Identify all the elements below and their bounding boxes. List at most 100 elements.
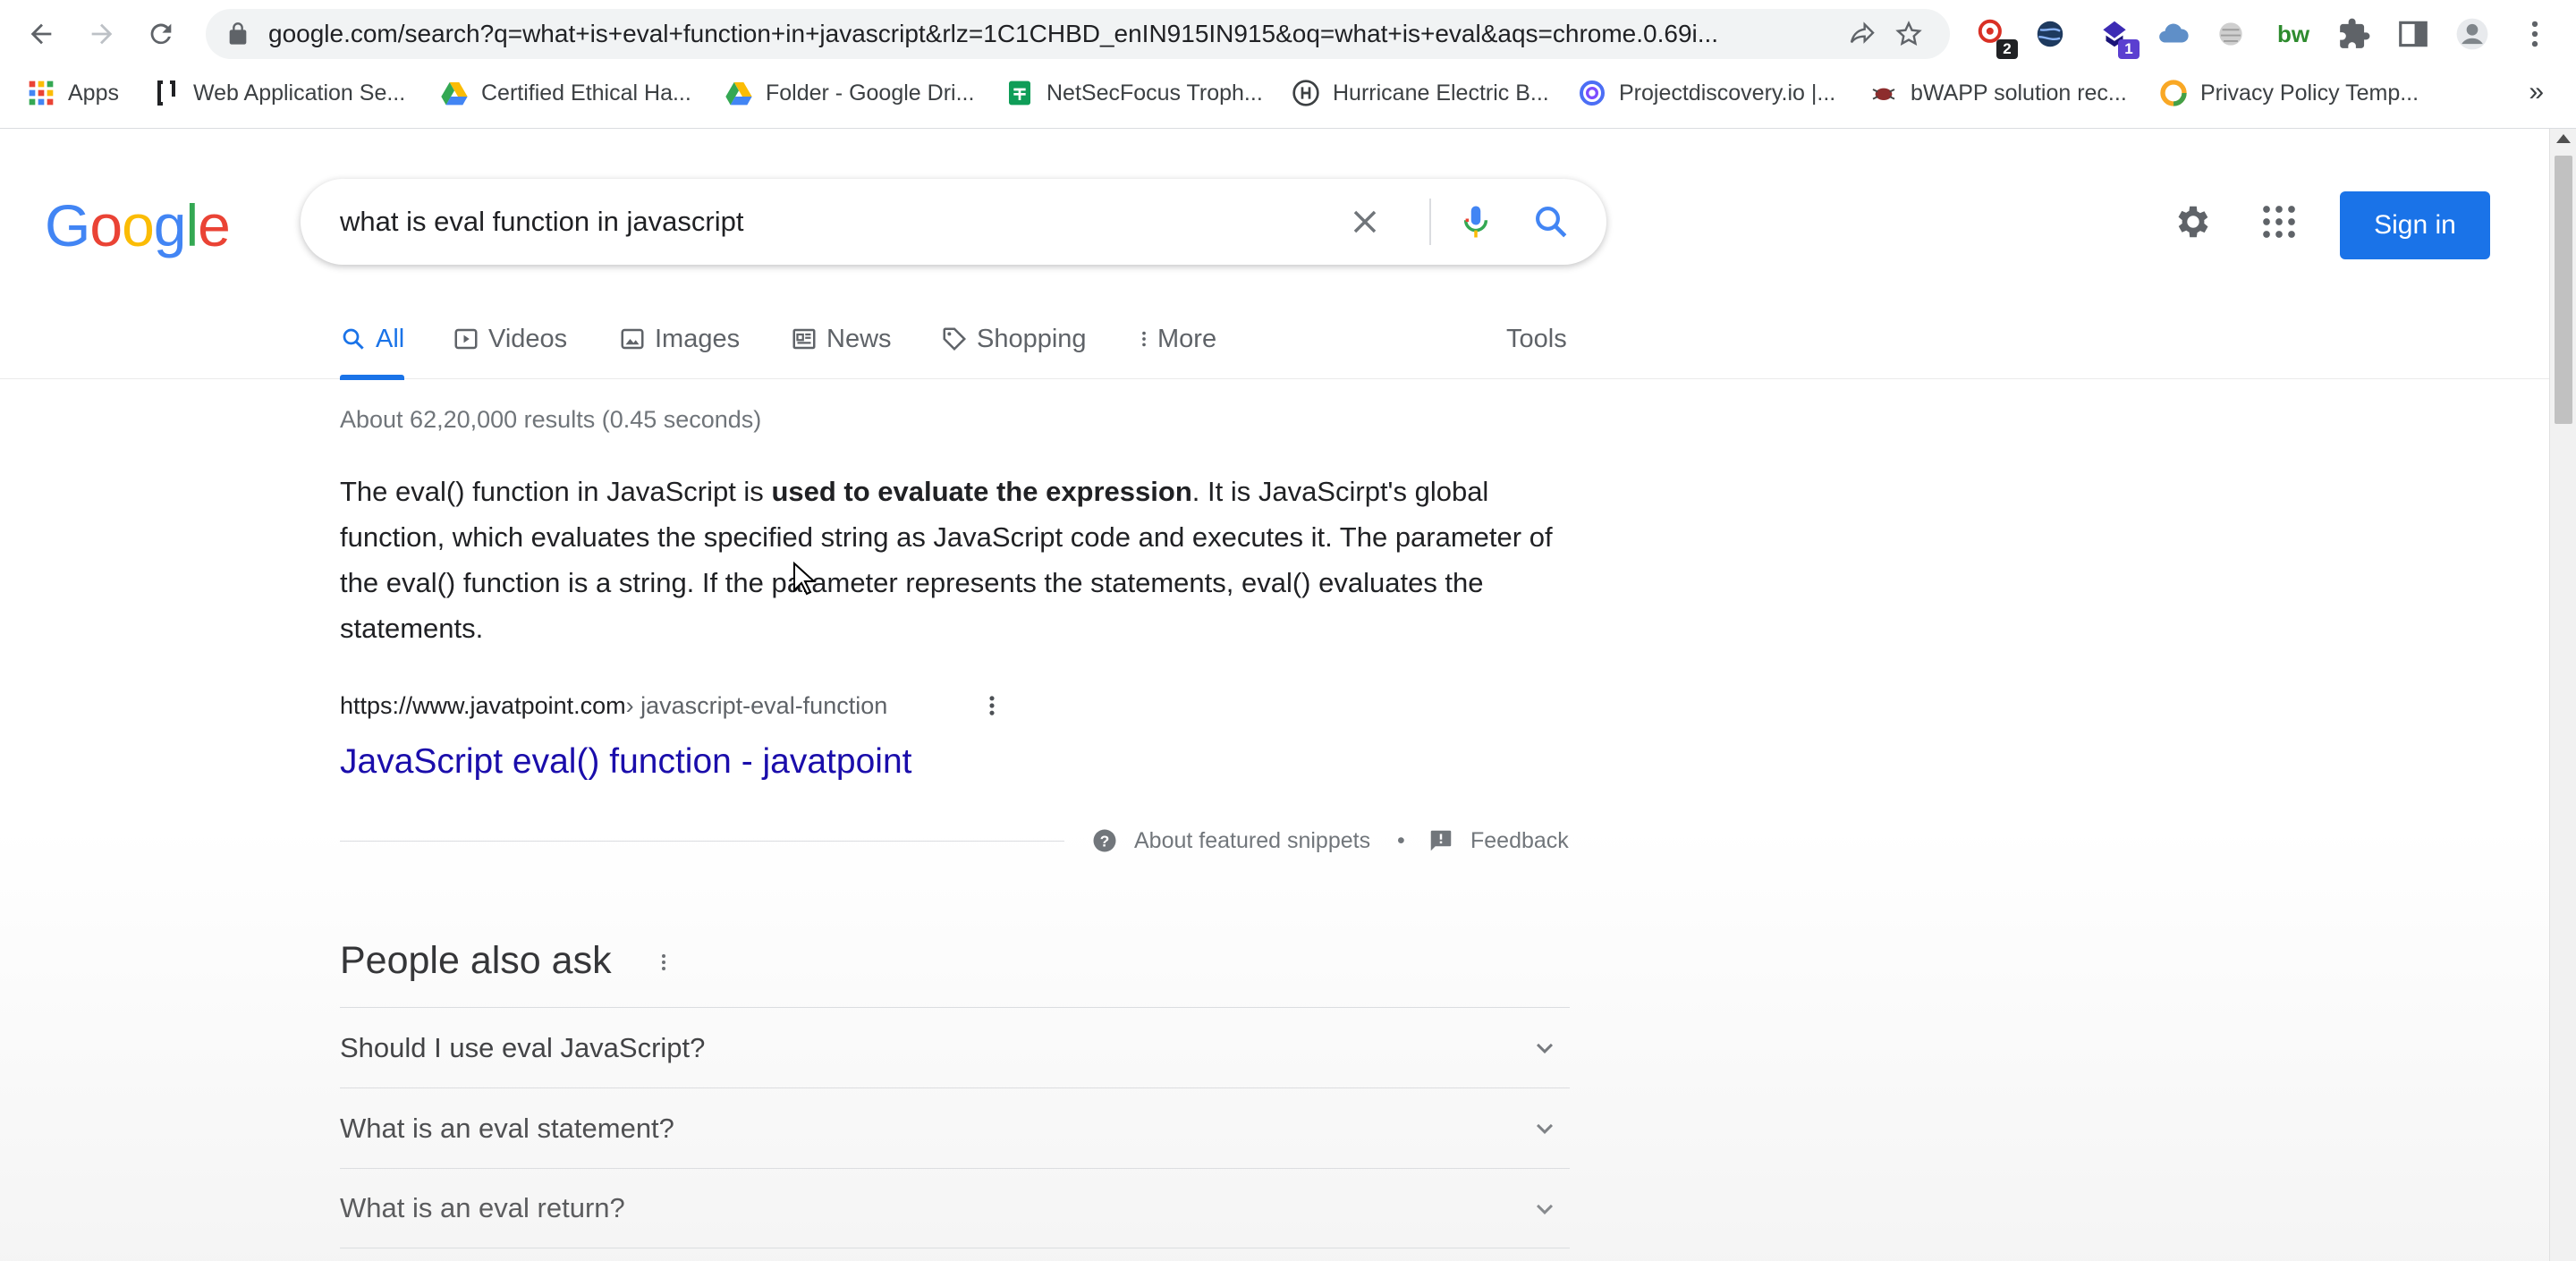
tab-label: News [826, 324, 892, 353]
chevron-down-icon [1537, 1123, 1553, 1134]
sign-in-button[interactable]: Sign in [2340, 191, 2490, 259]
extension-2-button[interactable] [2032, 16, 2068, 52]
google-drive-icon [725, 82, 752, 106]
more-vert-icon [1142, 331, 1146, 347]
bookmark-label: NetSecFocus Troph... [1046, 80, 1263, 106]
bookmark-bwapp[interactable]: bWAPP solution rec... [1869, 75, 2127, 111]
extension-3-button[interactable]: 1 [2097, 16, 2140, 59]
bookmark-apps[interactable]: Apps [27, 75, 119, 111]
bookmark-hurricane-electric[interactable]: Hurricane Electric B... [1292, 75, 1549, 111]
search-tabs: All Videos Images News Shopping More Too… [0, 299, 2549, 380]
swirl-logo-icon [1580, 80, 1605, 106]
extension-1-button[interactable]: 2 [1975, 16, 2018, 59]
forward-button[interactable] [80, 13, 123, 55]
snippet-footer-divider [340, 841, 1064, 842]
lock-icon [229, 22, 247, 45]
bookmark-folder-drive[interactable]: Folder - Google Dri... [724, 75, 974, 111]
result-options-button[interactable] [979, 690, 1005, 721]
logo-letter: o [89, 192, 123, 258]
sphere-icon [2219, 22, 2242, 46]
bookmark-netsecfocus[interactable]: NetSecFocus Troph... [1005, 75, 1263, 111]
people-also-ask-item[interactable]: What is an eval return? [340, 1168, 1570, 1248]
feedback-label: Feedback [1470, 827, 1569, 853]
back-button[interactable] [20, 13, 63, 55]
feedback-link[interactable]: Feedback [1428, 823, 1569, 859]
reload-button[interactable] [140, 13, 182, 55]
tools-button[interactable]: Tools [1506, 299, 1567, 379]
people-also-ask-item[interactable]: Should I use eval JavaScript? [340, 1007, 1570, 1088]
chevron-down-icon [1537, 1204, 1553, 1214]
scrollbar-thumb[interactable] [2555, 156, 2572, 424]
cloud-extension-button[interactable] [2156, 16, 2191, 52]
people-also-ask-question: What is an eval return? [340, 1192, 625, 1223]
search-box[interactable]: what is eval function in javascript [301, 179, 1606, 265]
profile-button[interactable] [2454, 16, 2490, 52]
bw-extension-button[interactable]: bw [2275, 16, 2311, 52]
page-scrollbar[interactable] [2549, 129, 2576, 1261]
tab-shopping[interactable]: Shopping [941, 299, 1087, 379]
apps-grid-icon [29, 80, 54, 106]
gear-icon [2178, 206, 2208, 238]
bookmark-label: Hurricane Electric B... [1333, 80, 1549, 106]
google-apps-button[interactable] [2254, 197, 2304, 247]
browser-menu-button[interactable] [2517, 16, 2553, 52]
side-panel-button[interactable] [2395, 16, 2431, 52]
clear-search-button[interactable] [1343, 200, 1386, 243]
bookmark-label: Projectdiscovery.io |... [1619, 80, 1836, 106]
news-icon [792, 328, 816, 350]
bookmark-web-application[interactable]: Web Application Se... [152, 75, 405, 111]
search-input[interactable]: what is eval function in javascript [340, 179, 743, 265]
bookmark-projectdiscovery[interactable]: Projectdiscovery.io |... [1578, 75, 1835, 111]
bw-extension-label: bw [2276, 20, 2310, 47]
bookmarks-overflow-button[interactable]: » [2529, 77, 2544, 107]
extension-5-button[interactable] [2213, 16, 2249, 52]
tab-all[interactable]: All [340, 299, 405, 380]
extensions-menu-button[interactable] [2336, 16, 2372, 52]
scroll-up-arrow[interactable] [2556, 134, 2571, 143]
bookmark-label: Certified Ethical Ha... [481, 80, 691, 106]
people-also-ask-options-button[interactable] [653, 946, 674, 978]
bookmark-label: Web Application Se... [193, 80, 406, 106]
people-also-ask-item[interactable]: What is an eval statement? [340, 1088, 1570, 1168]
google-logo[interactable]: Google [45, 191, 231, 259]
share-icon[interactable] [1848, 20, 1877, 48]
more-vert-icon [662, 954, 665, 970]
bookmark-label: bWAPP solution rec... [1911, 80, 2127, 106]
settings-button[interactable] [2168, 197, 2218, 247]
result-title-link[interactable]: JavaScript eval() function - javatpoint [340, 742, 911, 782]
search-icon [1536, 207, 1567, 238]
bookmark-certified-ethical[interactable]: Certified Ethical Ha... [440, 75, 691, 111]
people-also-ask-heading: People also ask [340, 939, 612, 982]
address-url[interactable]: google.com/search?q=what+is+eval+functio… [268, 9, 1860, 59]
star-icon[interactable] [1894, 20, 1923, 48]
tab-news[interactable]: News [791, 299, 892, 379]
bookmark-label: Privacy Policy Temp... [2200, 80, 2419, 106]
avatar-icon [2456, 18, 2488, 50]
result-stats: About 62,20,000 results (0.45 seconds) [340, 406, 762, 433]
search-box-divider [1429, 199, 1431, 245]
sheets-icon [1009, 80, 1030, 106]
tab-images[interactable]: Images [619, 299, 740, 379]
result-url[interactable]: https://www.javatpoint.com › javascript-… [340, 692, 887, 720]
apps-grid-icon [2263, 206, 2295, 238]
tab-videos[interactable]: Videos [453, 299, 567, 379]
search-submit-button[interactable] [1530, 200, 1572, 243]
cloud-icon [2159, 23, 2189, 43]
bookmarks-bar: Apps Web Application Se... Certified Eth… [0, 72, 2576, 116]
browser-chrome: google.com/search?q=what+is+eval+functio… [0, 0, 2576, 129]
voice-search-button[interactable] [1454, 200, 1497, 243]
more-vert-icon [989, 696, 995, 715]
video-icon [454, 328, 478, 350]
about-featured-snippets-link[interactable]: ? About featured snippets [1091, 823, 1370, 859]
address-bar[interactable]: google.com/search?q=what+is+eval+functio… [206, 9, 1950, 59]
feedback-icon [1430, 830, 1452, 851]
bookmark-privacy-policy[interactable]: Privacy Policy Temp... [2159, 75, 2419, 111]
tab-label: More [1157, 324, 1217, 353]
people-also-ask-question: What is an eval statement? [340, 1112, 674, 1144]
tab-more[interactable]: More [1134, 299, 1216, 379]
arrow-left-icon [30, 23, 52, 45]
people-also-ask-question: Should I use eval JavaScript? [340, 1031, 706, 1063]
reload-icon [150, 23, 172, 45]
logo-letter: G [45, 192, 90, 258]
image-icon [621, 328, 644, 350]
